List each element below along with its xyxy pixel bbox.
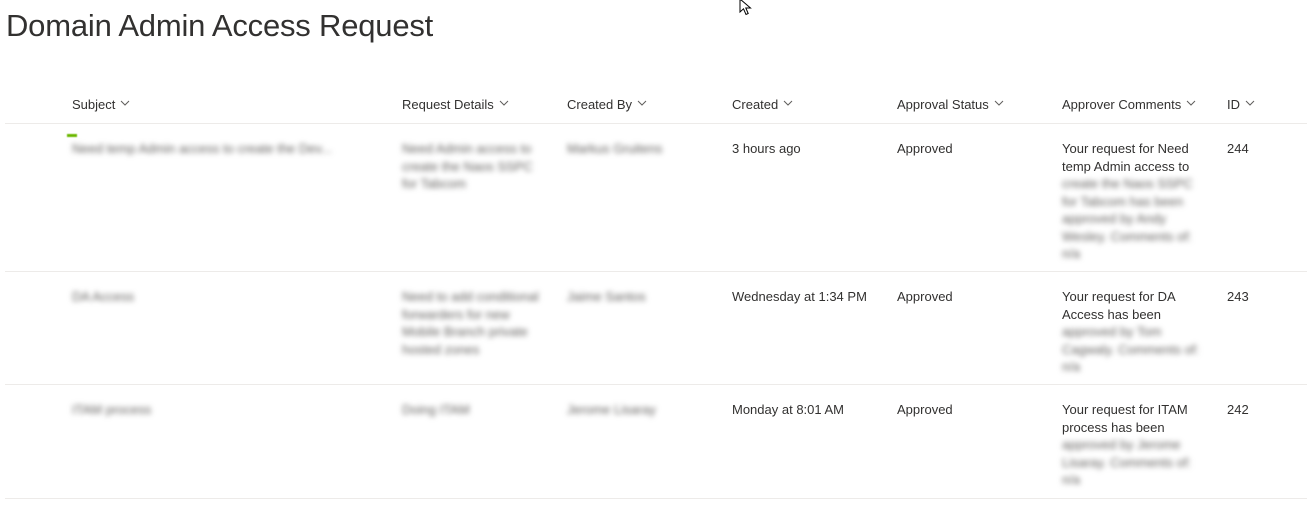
approver-comments-text: Your request for DA Access has been xyxy=(1062,289,1175,322)
subject-cell[interactable]: DA Access xyxy=(72,288,382,306)
approver-comments-cell: Your request for DA Access has been appr… xyxy=(1062,288,1202,376)
chevron-down-icon xyxy=(994,100,1004,106)
approval-status-cell: Approved xyxy=(897,141,953,156)
id-cell: 242 xyxy=(1227,402,1249,417)
request-details-cell: Doing ITAM xyxy=(402,402,470,417)
table-row[interactable]: DA Access Need to add conditional forwar… xyxy=(5,272,1307,385)
column-header-id[interactable]: ID xyxy=(1227,97,1255,112)
created-by-cell[interactable]: Jerome Lisaray xyxy=(567,401,707,419)
column-header-label: Approver Comments xyxy=(1062,97,1182,112)
table-row[interactable]: ITAM process Doing ITAM Jerome Lisaray M… xyxy=(5,385,1307,499)
request-details-cell: Need Admin access to create the Naos SSP… xyxy=(402,141,533,191)
chevron-down-icon xyxy=(1245,100,1255,106)
column-header-label: Subject xyxy=(72,97,116,112)
created-cell: Wednesday at 1:34 PM xyxy=(732,289,867,304)
chevron-down-icon xyxy=(499,100,509,106)
approver-comments-text: Your request for Need temp Admin access … xyxy=(1062,141,1190,174)
column-header-created-by[interactable]: Created By xyxy=(567,97,647,112)
column-header-label: ID xyxy=(1227,97,1240,112)
chevron-down-icon xyxy=(121,100,130,106)
column-header-row: Subject Request Details Created By Creat… xyxy=(5,86,1307,124)
approver-comments-redacted: approved by Tom Cagwaly. Comments of: n/… xyxy=(1062,324,1200,374)
approval-status-cell: Approved xyxy=(897,402,953,417)
approver-comments-cell: Your request for ITAM process has been a… xyxy=(1062,401,1202,489)
mouse-cursor-icon xyxy=(739,0,752,16)
created-by-cell[interactable]: Markus Gruitens xyxy=(567,140,707,158)
subject-cell[interactable]: Need temp Admin access to create the Dev… xyxy=(72,140,382,158)
id-cell: 244 xyxy=(1227,141,1249,156)
page-title: Domain Admin Access Request xyxy=(6,8,434,43)
subject-cell[interactable]: ITAM process xyxy=(72,401,382,419)
list-page: Domain Admin Access Request Subject Requ… xyxy=(0,0,1307,505)
column-header-created[interactable]: Created xyxy=(732,97,793,112)
new-item-indicator xyxy=(67,134,77,137)
approver-comments-redacted: approved by Jerome Lisaray. Comments of:… xyxy=(1062,437,1192,487)
column-header-label: Created xyxy=(732,97,779,112)
chevron-down-icon xyxy=(637,100,647,106)
approver-comments-redacted: create the Naos SSPC for Tabcom has been… xyxy=(1062,176,1193,261)
column-header-request-details[interactable]: Request Details xyxy=(402,97,509,112)
chevron-down-icon xyxy=(1186,100,1196,106)
approver-comments-text: Your request for ITAM process has been xyxy=(1062,402,1188,435)
created-by-cell[interactable]: Jaime Santos xyxy=(567,288,707,306)
column-header-approval-status[interactable]: Approval Status xyxy=(897,97,1004,112)
id-cell: 243 xyxy=(1227,289,1249,304)
chevron-down-icon xyxy=(783,100,793,106)
created-cell: 3 hours ago xyxy=(732,141,801,156)
request-details-cell: Need to add conditional forwarders for n… xyxy=(402,289,539,357)
column-header-approver-comments[interactable]: Approver Comments xyxy=(1062,97,1196,112)
approval-status-cell: Approved xyxy=(897,289,953,304)
created-cell: Monday at 8:01 AM xyxy=(732,402,845,417)
requests-list: Subject Request Details Created By Creat… xyxy=(5,86,1307,499)
column-header-label: Created By xyxy=(567,97,633,112)
column-header-subject[interactable]: Subject xyxy=(72,97,130,112)
column-header-label: Approval Status xyxy=(897,97,989,112)
table-row[interactable]: Need temp Admin access to create the Dev… xyxy=(5,124,1307,272)
column-header-label: Request Details xyxy=(402,97,494,112)
approver-comments-cell: Your request for Need temp Admin access … xyxy=(1062,140,1202,263)
